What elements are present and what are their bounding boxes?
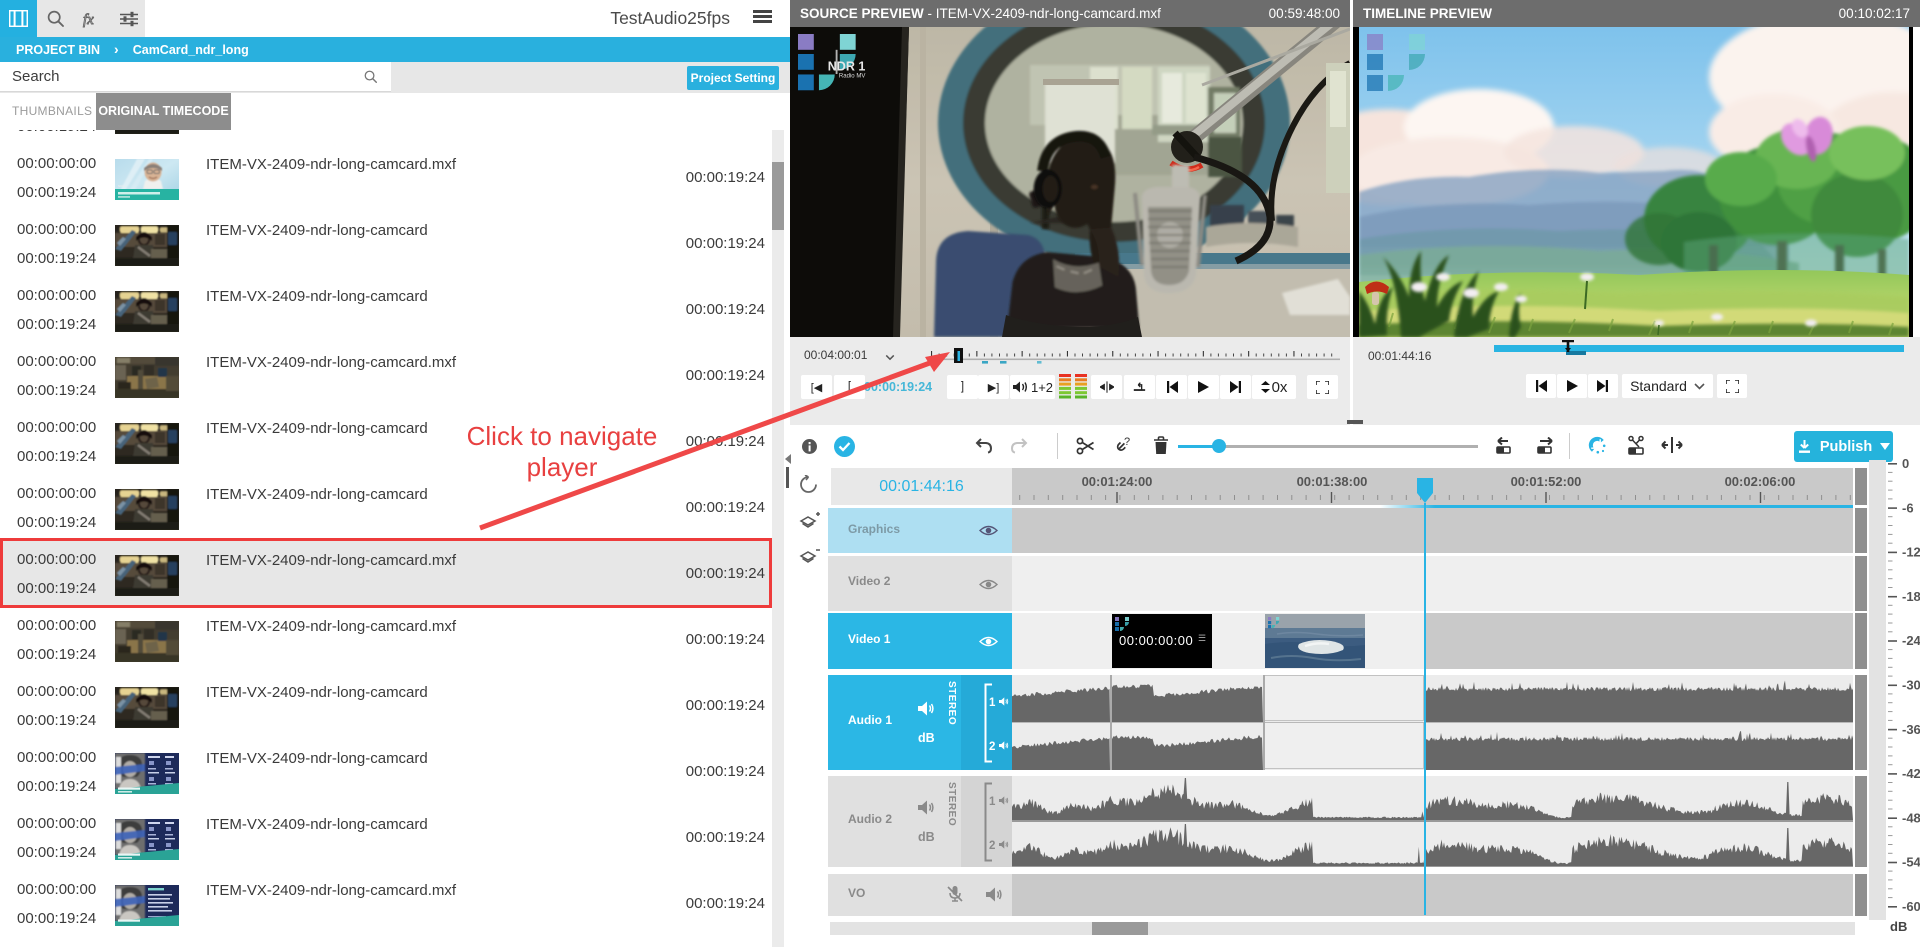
svg-text:-30: -30 (1902, 678, 1920, 693)
svg-text:0: 0 (1902, 456, 1909, 471)
svg-text:-42: -42 (1902, 766, 1920, 781)
svg-text:-18: -18 (1902, 589, 1920, 604)
svg-text:-60: -60 (1902, 899, 1920, 914)
svg-text:fx: fx (83, 12, 94, 28)
svg-text:-54: -54 (1902, 855, 1920, 870)
svg-text:-48: -48 (1902, 810, 1920, 825)
svg-text:-24: -24 (1902, 633, 1920, 648)
svg-text:-6: -6 (1902, 500, 1914, 515)
svg-text:-36: -36 (1902, 722, 1920, 737)
svg-text:-12: -12 (1902, 545, 1920, 560)
svg-text:?: ? (1124, 436, 1130, 448)
